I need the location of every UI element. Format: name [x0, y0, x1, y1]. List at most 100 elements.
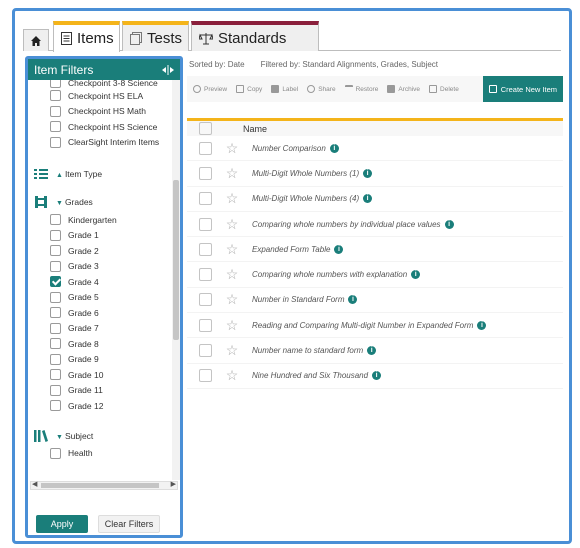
item-name[interactable]: Reading and Comparing Multi-digit Number…: [252, 321, 473, 330]
checkbox[interactable]: [50, 90, 61, 102]
subject-group-header[interactable]: ▼ Subject: [28, 426, 172, 446]
filter-option-grade[interactable]: Grade 12: [28, 398, 172, 414]
star-icon[interactable]: ☆: [224, 190, 240, 207]
tab-standards[interactable]: Standards: [191, 21, 319, 51]
row-checkbox[interactable]: [199, 318, 212, 332]
item-name[interactable]: Comparing whole numbers by individual pl…: [252, 220, 441, 229]
filter-option[interactable]: Checkpoint 3-8 Science: [28, 80, 172, 88]
filter-option-grade[interactable]: Grade 11: [28, 383, 172, 399]
checkbox[interactable]: [50, 229, 61, 241]
checkbox-checked[interactable]: [50, 276, 61, 288]
checkbox[interactable]: [50, 260, 61, 272]
row-checkbox[interactable]: [199, 344, 212, 358]
filter-option-grade[interactable]: Grade 8: [28, 336, 172, 352]
checkbox[interactable]: [50, 121, 61, 133]
checkbox[interactable]: [50, 338, 61, 350]
filter-option-grade[interactable]: Grade 2: [28, 243, 172, 259]
filter-option-subject[interactable]: Health: [28, 446, 172, 462]
checkbox[interactable]: [50, 322, 61, 334]
clear-filters-button[interactable]: Clear Filters: [98, 515, 160, 533]
checkbox[interactable]: [50, 353, 61, 365]
scrollbar-thumb[interactable]: [173, 180, 179, 340]
row-checkbox[interactable]: [199, 293, 212, 307]
info-icon[interactable]: i: [444, 219, 454, 229]
filter-option[interactable]: Checkpoint HS Science: [28, 119, 172, 135]
checkbox[interactable]: [50, 291, 61, 303]
row-checkbox[interactable]: [199, 217, 212, 231]
row-checkbox[interactable]: [199, 369, 212, 383]
star-icon[interactable]: ☆: [224, 342, 240, 359]
tab-home[interactable]: [23, 29, 49, 51]
info-icon[interactable]: i: [411, 270, 421, 280]
filter-option[interactable]: ClearSight Interim Items: [28, 135, 172, 151]
table-row[interactable]: ☆ Number name to standard form i: [187, 338, 563, 364]
delete-button[interactable]: Delete: [429, 85, 459, 93]
horizontal-scrollbar[interactable]: ◀ ▶: [30, 481, 178, 490]
grades-group-header[interactable]: ▼ Grades: [28, 192, 172, 212]
filter-option-grade[interactable]: Grade 3: [28, 259, 172, 275]
scroll-left-icon[interactable]: ◀: [32, 480, 37, 488]
table-row[interactable]: ☆ Number in Standard Form i: [187, 288, 563, 314]
star-icon[interactable]: ☆: [224, 291, 240, 308]
scroll-right-icon[interactable]: ▶: [171, 480, 176, 488]
filter-option-grade[interactable]: Grade 9: [28, 352, 172, 368]
star-icon[interactable]: ☆: [224, 165, 240, 182]
checkbox[interactable]: [50, 447, 61, 459]
item-name[interactable]: Nine Hundred and Six Thousand: [252, 371, 368, 380]
star-icon[interactable]: ☆: [224, 266, 240, 283]
item-name[interactable]: Expanded Form Table: [252, 245, 330, 254]
item-name[interactable]: Multi-Digit Whole Numbers (4): [252, 194, 359, 203]
star-icon[interactable]: ☆: [224, 317, 240, 334]
filter-option-grade[interactable]: Grade 4: [28, 274, 172, 290]
table-row[interactable]: ☆ Comparing whole numbers with explanatio…: [187, 262, 563, 288]
star-icon[interactable]: ☆: [224, 216, 240, 233]
collapse-panel-icon[interactable]: [162, 64, 174, 75]
filter-option-grade[interactable]: Grade 1: [28, 228, 172, 244]
filter-option-grade[interactable]: Grade 6: [28, 305, 172, 321]
table-row[interactable]: ☆ Nine Hundred and Six Thousand i: [187, 364, 563, 389]
table-row[interactable]: ☆ Expanded Form Table i: [187, 237, 563, 263]
item-name[interactable]: Number in Standard Form: [252, 295, 344, 304]
checkbox[interactable]: [50, 384, 61, 396]
checkbox[interactable]: [50, 369, 61, 381]
create-new-item-button[interactable]: Create New Item: [482, 76, 563, 102]
tab-items[interactable]: Items: [53, 21, 120, 52]
info-icon[interactable]: i: [363, 194, 373, 204]
item-type-group-header[interactable]: ▲ Item Type: [28, 164, 172, 184]
checkbox[interactable]: [50, 105, 61, 117]
filter-option-grade[interactable]: Grade 5: [28, 290, 172, 306]
info-icon[interactable]: i: [329, 143, 339, 153]
filter-option-grade[interactable]: Grade 7: [28, 321, 172, 337]
label-button[interactable]: Label: [271, 85, 298, 93]
info-icon[interactable]: i: [477, 320, 487, 330]
checkbox[interactable]: [50, 245, 61, 257]
table-row[interactable]: ☆ Reading and Comparing Multi-digit Numbe…: [187, 313, 563, 339]
filter-option[interactable]: Checkpoint HS ELA: [28, 88, 172, 104]
item-name[interactable]: Number name to standard form: [252, 346, 363, 355]
info-icon[interactable]: i: [348, 295, 358, 305]
share-button[interactable]: Share: [307, 85, 336, 93]
copy-button[interactable]: Copy: [236, 85, 262, 93]
item-name[interactable]: Multi-Digit Whole Numbers (1): [252, 169, 359, 178]
info-icon[interactable]: i: [367, 346, 377, 356]
filter-option-grade[interactable]: Grade 10: [28, 367, 172, 383]
table-row[interactable]: ☆ Multi-Digit Whole Numbers (4) i: [187, 187, 563, 212]
info-icon[interactable]: i: [363, 168, 373, 178]
star-icon[interactable]: ☆: [224, 241, 240, 258]
apply-button[interactable]: Apply: [36, 515, 88, 533]
checkbox[interactable]: [50, 400, 61, 412]
table-row[interactable]: ☆ Multi-Digit Whole Numbers (1) i: [187, 161, 563, 187]
row-checkbox[interactable]: [199, 166, 212, 180]
row-checkbox[interactable]: [199, 268, 212, 282]
star-icon[interactable]: ☆: [224, 140, 240, 157]
tab-tests[interactable]: Tests: [122, 21, 189, 51]
checkbox[interactable]: [50, 214, 61, 226]
item-name[interactable]: Comparing whole numbers with explanation: [252, 270, 407, 279]
filter-option[interactable]: Checkpoint HS Math: [28, 104, 172, 120]
select-all-checkbox[interactable]: [199, 122, 212, 135]
item-name[interactable]: Number Comparison: [252, 144, 326, 153]
table-row[interactable]: ☆ Number Comparison i: [187, 136, 563, 162]
restore-button[interactable]: Restore: [344, 85, 378, 93]
preview-button[interactable]: Preview: [193, 85, 227, 93]
info-icon[interactable]: i: [372, 371, 382, 381]
